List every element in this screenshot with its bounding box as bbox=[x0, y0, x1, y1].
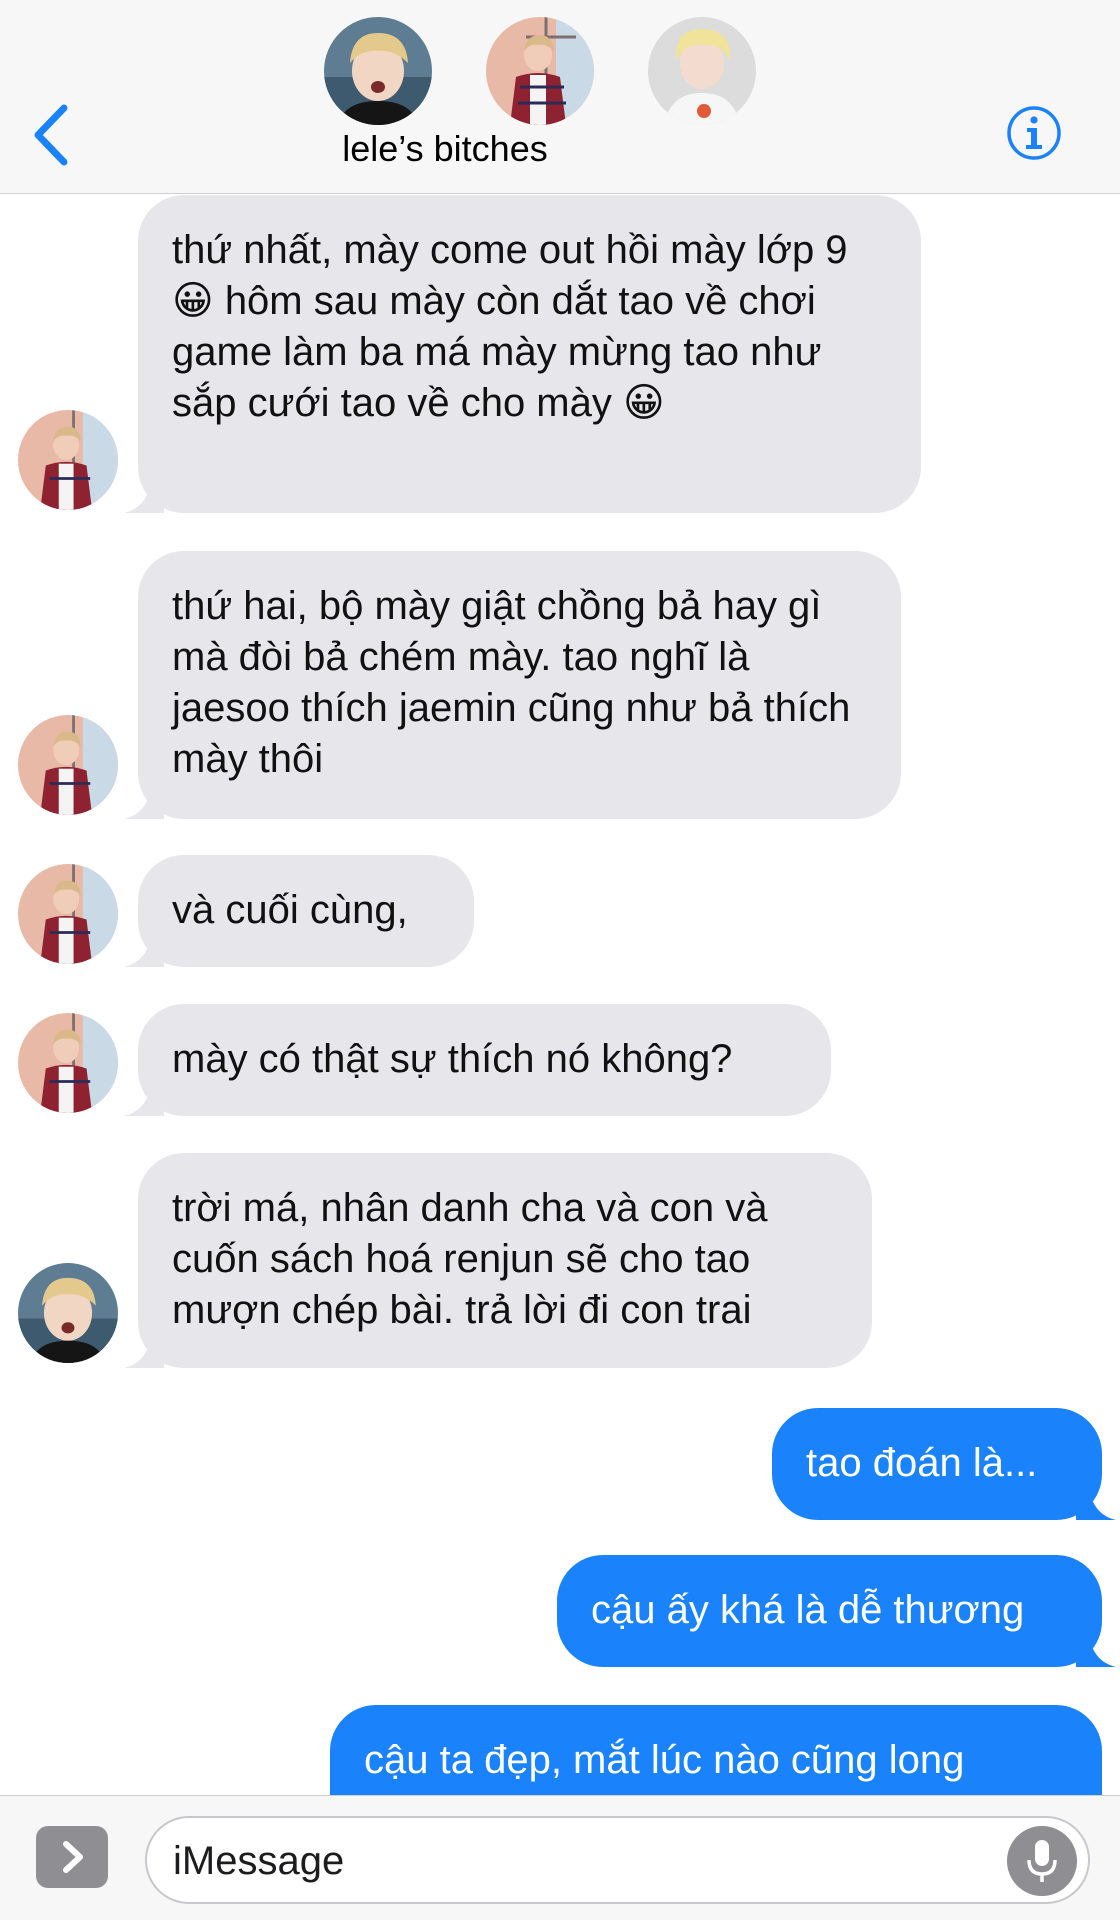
sender-avatar[interactable] bbox=[18, 410, 118, 510]
microphone-icon bbox=[1027, 1840, 1057, 1882]
compose-bar bbox=[0, 1795, 1120, 1920]
message-text: cậu ta đẹp, mắt lúc nào cũng long bbox=[364, 1738, 965, 1782]
dictation-button[interactable] bbox=[1007, 1826, 1077, 1896]
message-thread[interactable]: thứ nhất, mày come out hồi mày lớp 9 😀 h… bbox=[0, 195, 1120, 1795]
message-input[interactable] bbox=[171, 1832, 1005, 1890]
message-bubble-outgoing[interactable]: cậu ta đẹp, mắt lúc nào cũng long bbox=[330, 1705, 1102, 1795]
info-icon bbox=[1007, 106, 1061, 160]
bubble-tail bbox=[124, 779, 164, 819]
message-text: và cuối cùng, bbox=[172, 888, 408, 932]
message-bubble-incoming[interactable]: trời má, nhân danh cha và con và cuốn sá… bbox=[124, 1153, 872, 1368]
member-avatar-2[interactable] bbox=[486, 17, 594, 125]
conversation-header: lele’s bitches bbox=[0, 0, 1120, 194]
bubble-tail bbox=[124, 473, 164, 513]
message-text: thứ hai, bộ mày giật chồng bả hay gì mà … bbox=[172, 584, 851, 781]
message-bubble-outgoing[interactable]: tao đoán là... bbox=[772, 1408, 1116, 1520]
message-text: mày có thật sự thích nó không? bbox=[172, 1037, 733, 1081]
message-field[interactable] bbox=[145, 1816, 1090, 1904]
bubble-tail bbox=[124, 927, 164, 967]
sender-avatar[interactable] bbox=[18, 1263, 118, 1363]
message-bubble-incoming[interactable]: và cuối cùng, bbox=[124, 855, 474, 967]
message-bubble-outgoing[interactable]: cậu ấy khá là dễ thương bbox=[557, 1555, 1116, 1667]
message-bubble-incoming[interactable]: thứ nhất, mày come out hồi mày lớp 9 😀 h… bbox=[124, 195, 921, 513]
sender-avatar[interactable] bbox=[18, 1013, 118, 1113]
message-bubble-incoming[interactable]: thứ hai, bộ mày giật chồng bả hay gì mà … bbox=[124, 551, 901, 819]
bubble-tail bbox=[124, 1328, 164, 1368]
message-text: thứ nhất, mày come out hồi mày lớp 9 😀 h… bbox=[172, 228, 848, 425]
chevron-right-icon bbox=[63, 1841, 83, 1873]
message-text: trời má, nhân danh cha và con và cuốn sá… bbox=[172, 1186, 768, 1332]
message-text: cậu ấy khá là dễ thương bbox=[591, 1588, 1025, 1632]
bubble-tail bbox=[1076, 1480, 1116, 1520]
bubble-tail bbox=[124, 1076, 164, 1116]
sender-avatar[interactable] bbox=[18, 864, 118, 964]
sender-avatar[interactable] bbox=[18, 715, 118, 815]
group-name[interactable]: lele’s bitches bbox=[0, 128, 890, 170]
message-bubble-incoming[interactable]: mày có thật sự thích nó không? bbox=[124, 1004, 831, 1116]
message-text: tao đoán là... bbox=[806, 1441, 1038, 1485]
bubble-tail bbox=[1076, 1627, 1116, 1667]
info-button[interactable] bbox=[1006, 105, 1062, 161]
member-avatar-1[interactable] bbox=[324, 17, 432, 125]
apps-button[interactable] bbox=[36, 1826, 108, 1888]
member-avatar-3[interactable] bbox=[648, 17, 756, 125]
